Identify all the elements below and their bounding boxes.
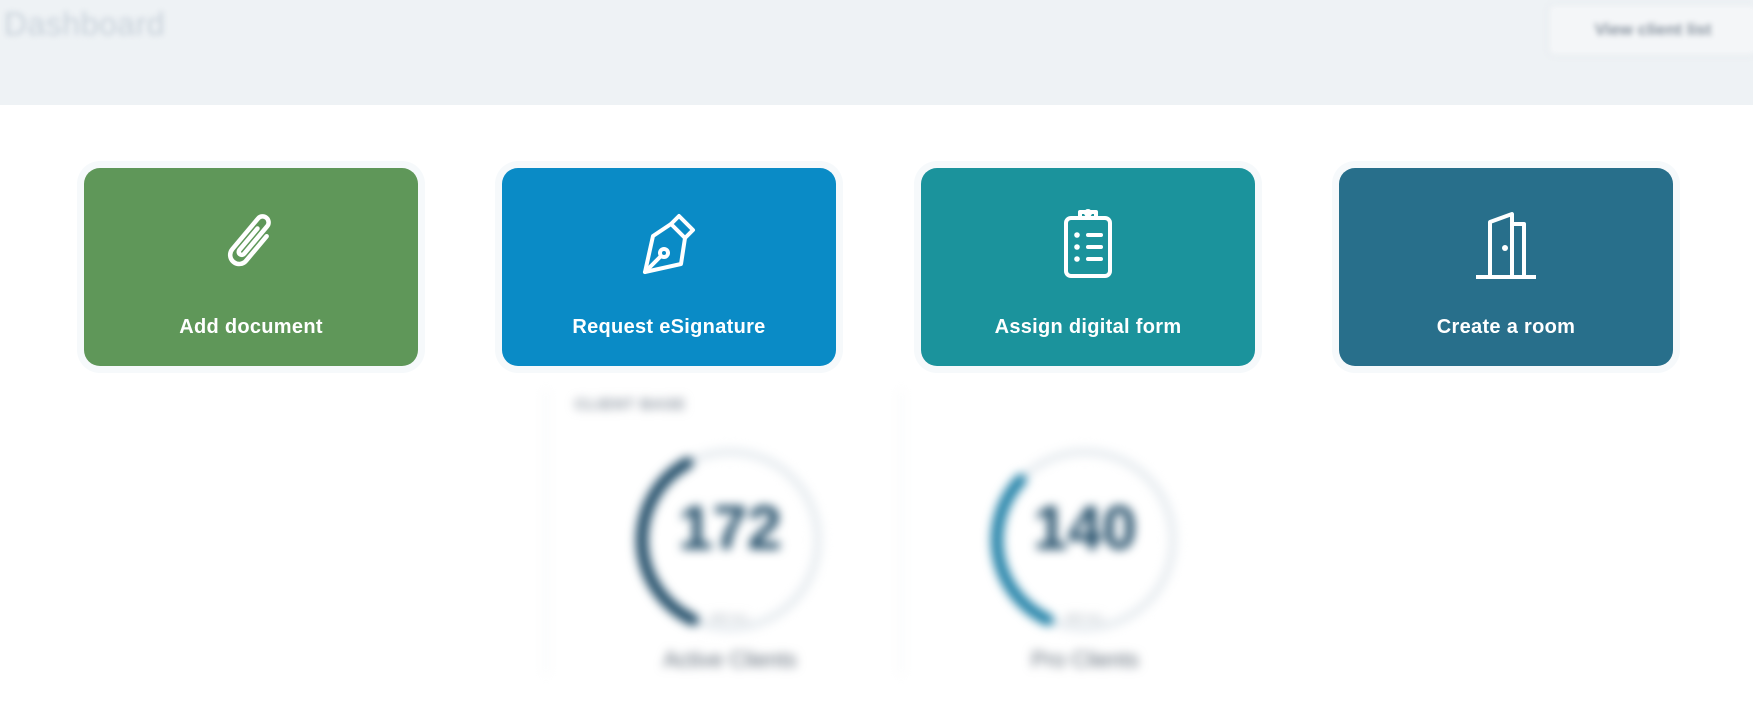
dashboard-page: Dashboard View client list Add document (0, 0, 1753, 718)
view-client-list-button[interactable]: View client list (1548, 4, 1753, 56)
assign-digital-form-label: Assign digital form (994, 316, 1182, 338)
divider (900, 390, 902, 675)
pro-clients-gauge[interactable]: 140 SEE ALL Pro Clients (980, 445, 1190, 675)
client-base-section: CLIENT BASE 172 SEE ALL Active Clients 1… (545, 390, 1245, 690)
header-bar: Dashboard View client list (0, 0, 1753, 105)
active-clients-count: 172 (678, 494, 782, 563)
add-document-label: Add document (179, 316, 323, 338)
request-esignature-tile[interactable]: Request eSignature (502, 168, 836, 366)
client-base-label: CLIENT BASE (575, 396, 687, 413)
pen-nib-icon (639, 206, 699, 282)
paperclip-icon (221, 206, 281, 282)
active-clients-gauge[interactable]: 172 SEE ALL Active Clients (625, 445, 835, 675)
add-document-tile[interactable]: Add document (84, 168, 418, 366)
door-open-icon (1462, 206, 1550, 282)
pro-clients-count: 140 (1033, 494, 1137, 563)
page-title: Dashboard (4, 6, 166, 42)
create-room-tile[interactable]: Create a room (1339, 168, 1673, 366)
pro-clients-caption: Pro Clients (1031, 647, 1139, 672)
divider (545, 390, 547, 675)
pro-clients-see-all[interactable]: SEE ALL (980, 613, 1190, 624)
assign-digital-form-tile[interactable]: Assign digital form (921, 168, 1255, 366)
active-clients-see-all[interactable]: SEE ALL (625, 613, 835, 624)
clipboard-list-icon (1058, 206, 1118, 282)
active-clients-caption: Active Clients (663, 647, 797, 672)
create-room-label: Create a room (1436, 316, 1576, 338)
request-esignature-label: Request eSignature (572, 316, 766, 338)
